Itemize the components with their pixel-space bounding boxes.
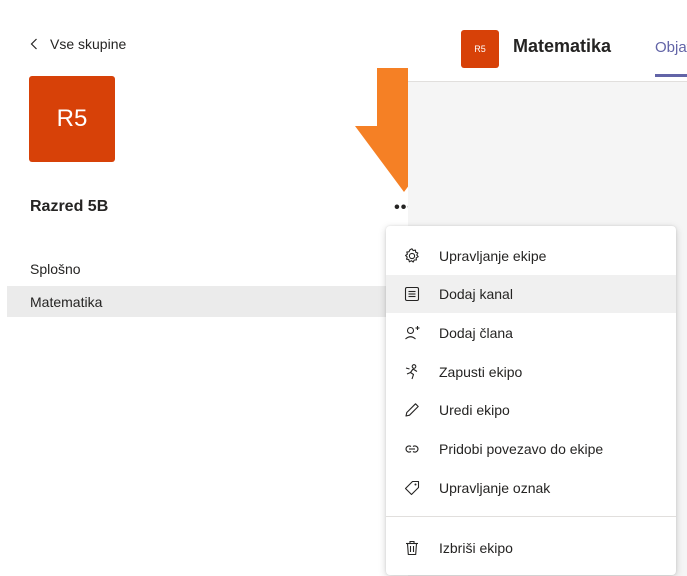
menu-item-edit-team[interactable]: Uredi ekipo xyxy=(386,391,676,429)
menu-item-manage-tags[interactable]: Upravljanje oznak xyxy=(386,469,676,507)
team-sidebar: Vse skupine R5 Razred 5B ••• Splošno Mat… xyxy=(0,0,453,576)
channel-title: Matematika xyxy=(513,36,612,56)
menu-item-label: Dodaj kanal xyxy=(439,286,513,302)
menu-item-label: Zapusti ekipo xyxy=(439,364,523,380)
channel-item-matematika[interactable]: Matematika xyxy=(7,286,408,317)
back-to-all-teams[interactable]: Vse skupine xyxy=(30,34,126,54)
channel-label: Matematika xyxy=(30,293,103,310)
pencil-icon xyxy=(403,401,421,419)
menu-item-label: Upravljanje oznak xyxy=(439,480,551,496)
channel-team-avatar: R5 xyxy=(461,30,499,68)
channel-item-splosno[interactable]: Splošno xyxy=(7,253,408,284)
menu-item-label: Izbriši ekipo xyxy=(439,540,513,556)
menu-item-label: Pridobi povezavo do ekipe xyxy=(439,441,604,457)
gear-icon xyxy=(403,247,421,265)
menu-item-label: Uredi ekipo xyxy=(439,402,510,418)
add-channel-icon xyxy=(403,285,421,303)
team-options-menu: Upravljanje ekipe Dodaj kanal Dodaj član… xyxy=(386,226,676,575)
team-name: Razred 5B xyxy=(30,198,109,215)
tag-icon xyxy=(403,479,421,497)
chevron-left-icon xyxy=(30,38,38,50)
menu-item-delete-team[interactable]: Izbriši ekipo xyxy=(386,529,676,567)
team-initials: R5 xyxy=(56,105,88,132)
leave-icon xyxy=(403,363,421,381)
menu-item-manage-team[interactable]: Upravljanje ekipe xyxy=(386,237,676,275)
menu-item-leave-team[interactable]: Zapusti ekipo xyxy=(386,353,676,391)
link-icon xyxy=(403,440,421,458)
back-label: Vse skupine xyxy=(50,36,127,52)
tab-posts[interactable]: Objave xyxy=(655,39,687,77)
channel-label: Splošno xyxy=(30,260,81,277)
channel-header: R5 Matematika Objave xyxy=(408,0,687,82)
menu-item-add-channel[interactable]: Dodaj kanal xyxy=(386,275,676,313)
team-avatar: R5 xyxy=(29,76,115,162)
menu-item-get-team-link[interactable]: Pridobi povezavo do ekipe xyxy=(386,430,676,468)
add-member-icon xyxy=(403,324,421,342)
menu-item-label: Upravljanje ekipe xyxy=(439,248,547,264)
menu-item-label: Dodaj člana xyxy=(439,325,513,341)
menu-item-add-member[interactable]: Dodaj člana xyxy=(386,314,676,352)
channel-team-initials: R5 xyxy=(474,44,486,54)
menu-divider xyxy=(386,516,676,517)
trash-icon xyxy=(403,539,421,557)
